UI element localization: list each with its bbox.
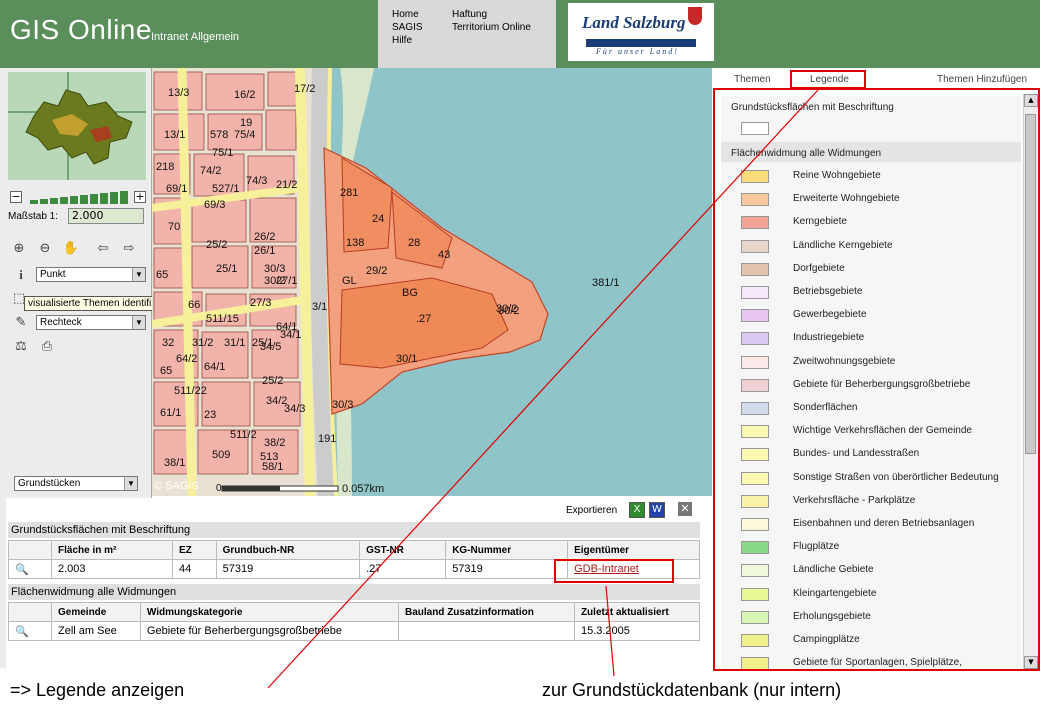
caption-database: zur Grundstückdatenbank (nur intern) [542,680,842,700]
caption-legend: => Legende anzeigen [10,680,185,700]
annotation-arrows [267,89,819,689]
